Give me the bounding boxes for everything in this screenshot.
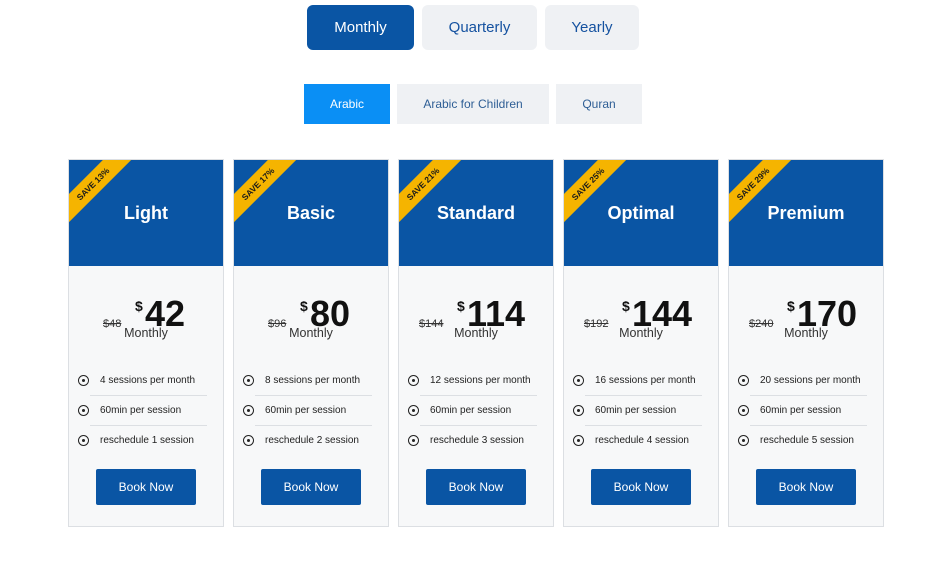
plan-name: Light [124,202,168,223]
price-block: $48 $ 42 Monthly [69,266,223,346]
radio-bullet-icon [243,374,254,386]
feature-text: 60min per session [760,404,842,416]
list-item: 4 sessions per month [78,365,207,395]
currency-symbol: $ [300,298,308,314]
price-period: Monthly [124,326,168,340]
radio-bullet-icon [408,404,419,416]
plan-name: Optimal [607,202,675,223]
plan-name: Standard [436,202,515,223]
feature-list: 16 sessions per month 60min per session … [573,365,702,455]
feature-text: 12 sessions per month [430,374,531,386]
tab-arabic[interactable]: Arabic [304,84,390,124]
feature-list: 4 sessions per month 60min per session r… [78,365,207,455]
book-now-button[interactable]: Book Now [591,469,691,505]
pricing-card-basic: SAVE 17% Basic $96 $ 80 Monthly 8 sessio… [233,159,389,527]
list-item: 60min per session [408,395,537,425]
price-block: $96 $ 80 Monthly [234,266,388,346]
list-item: 16 sessions per month [573,365,702,395]
feature-text: reschedule 1 session [100,434,194,446]
feature-text: reschedule 4 session [595,434,689,446]
radio-bullet-icon [408,374,419,386]
card-header: SAVE 29% Premium [729,160,883,266]
pricing-card-light: SAVE 13% Light $48 $ 42 Monthly 4 sessio… [68,159,224,527]
pricing-card-optimal: SAVE 25% Optimal $192 $ 144 Monthly 16 s… [563,159,719,527]
feature-text: reschedule 3 session [430,434,524,446]
feature-text: reschedule 2 session [265,434,359,446]
feature-text: 60min per session [100,404,182,416]
currency-symbol: $ [457,298,465,314]
book-now-button[interactable]: Book Now [756,469,856,505]
feature-text: 16 sessions per month [595,374,696,386]
feature-list: 8 sessions per month 60min per session r… [243,365,372,455]
tab-arabic-for-children[interactable]: Arabic for Children [397,84,549,124]
radio-bullet-icon [573,434,584,446]
feature-text: 4 sessions per month [100,374,196,386]
book-now-button[interactable]: Book Now [426,469,526,505]
currency-symbol: $ [787,298,795,314]
plan-name: Basic [286,202,336,223]
card-header: SAVE 17% Basic [234,160,388,266]
price-period: Monthly [289,326,333,340]
list-item: 60min per session [78,395,207,425]
price-period: Monthly [454,326,498,340]
list-item: 20 sessions per month [738,365,867,395]
radio-bullet-icon [738,374,749,386]
radio-bullet-icon [573,374,584,386]
book-now-button[interactable]: Book Now [261,469,361,505]
list-item: 60min per session [573,395,702,425]
radio-bullet-icon [78,374,89,386]
pricing-card-standard: SAVE 21% Standard $144 $ 114 Monthly 12 … [398,159,554,527]
price-block: $144 $ 114 Monthly [399,266,553,346]
book-now-button[interactable]: Book Now [96,469,196,505]
list-item: 60min per session [243,395,372,425]
pricing-cards: SAVE 13% Light $48 $ 42 Monthly 4 sessio… [68,159,884,527]
radio-bullet-icon [78,404,89,416]
pricing-card-premium: SAVE 29% Premium $240 $ 170 Monthly 20 s… [728,159,884,527]
card-header: SAVE 25% Optimal [564,160,718,266]
tab-quran[interactable]: Quran [556,84,642,124]
list-item: reschedule 2 session [243,425,372,455]
list-item: 12 sessions per month [408,365,537,395]
card-header: SAVE 21% Standard [399,160,553,266]
radio-bullet-icon [243,434,254,446]
currency-symbol: $ [622,298,630,314]
feature-text: reschedule 5 session [760,434,854,446]
tab-monthly[interactable]: Monthly [307,5,414,50]
feature-text: 8 sessions per month [265,374,361,386]
tab-yearly[interactable]: Yearly [545,5,639,50]
radio-bullet-icon [408,434,419,446]
price-period: Monthly [784,326,828,340]
tab-quarterly[interactable]: Quarterly [422,5,537,50]
card-header: SAVE 13% Light [69,160,223,266]
price-block: $192 $ 144 Monthly [564,266,718,346]
feature-list: 20 sessions per month 60min per session … [738,365,867,455]
list-item: 60min per session [738,395,867,425]
price-period: Monthly [619,326,663,340]
radio-bullet-icon [78,434,89,446]
feature-list: 12 sessions per month 60min per session … [408,365,537,455]
radio-bullet-icon [243,404,254,416]
feature-text: 60min per session [265,404,347,416]
course-tabs: Arabic Arabic for Children Quran [304,84,642,124]
radio-bullet-icon [573,404,584,416]
radio-bullet-icon [738,434,749,446]
list-item: reschedule 5 session [738,425,867,455]
feature-text: 60min per session [595,404,677,416]
list-item: reschedule 3 session [408,425,537,455]
billing-period-tabs: Monthly Quarterly Yearly [307,5,639,50]
plan-name: Premium [767,202,845,223]
radio-bullet-icon [738,404,749,416]
currency-symbol: $ [135,298,143,314]
list-item: reschedule 4 session [573,425,702,455]
list-item: reschedule 1 session [78,425,207,455]
feature-text: 60min per session [430,404,512,416]
list-item: 8 sessions per month [243,365,372,395]
price-block: $240 $ 170 Monthly [729,266,883,346]
feature-text: 20 sessions per month [760,374,861,386]
